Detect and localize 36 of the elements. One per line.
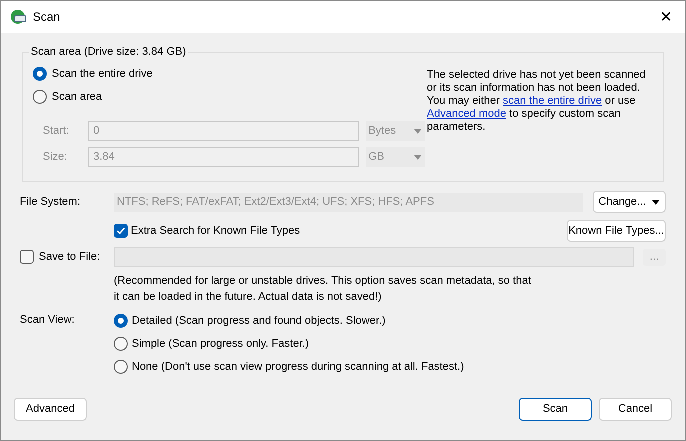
app-icon bbox=[10, 9, 27, 25]
field-label: Size: bbox=[43, 150, 68, 165]
save-file-field[interactable] bbox=[114, 247, 634, 267]
radio-label: None (Don't use scan view progress during scanning at all. Fastest.) bbox=[132, 360, 464, 375]
field-label: Scan View: bbox=[20, 313, 76, 328]
scan-button[interactable]: Scan bbox=[519, 398, 592, 421]
checkbox[interactable] bbox=[114, 224, 128, 238]
radio-button[interactable] bbox=[33, 67, 47, 81]
radio-label: Scan area bbox=[52, 90, 102, 105]
checkbox[interactable] bbox=[20, 250, 34, 264]
radio-button[interactable] bbox=[114, 314, 128, 328]
info-text: The selected drive has not yet been scanned or its scan information has not been loaded. You may either scan the entire drive or use Advanced mode to specify custom scan parameters. bbox=[427, 69, 647, 135]
radio-button[interactable] bbox=[114, 337, 128, 351]
radio-label: Simple (Scan progress only. Faster.) bbox=[132, 336, 310, 352]
link[interactable]: scan the entire drive bbox=[503, 95, 602, 107]
note-text: (Recommended for large or unstable drives. This option saves scan metadata, so that it can be loaded in the future. Actual data is not saved!) bbox=[114, 274, 532, 305]
file-system-field: NTFS; ReFS; FAT/exFAT; Ext2/Ext3/Ext4; UFS; XFS; HFS; APFS bbox=[114, 192, 583, 212]
caret-icon bbox=[652, 200, 660, 204]
caret-icon bbox=[414, 154, 422, 160]
checkbox-label: Extra Search for Known File Types bbox=[131, 224, 300, 239]
link[interactable]: Advanced mode bbox=[427, 108, 506, 120]
radio-button[interactable] bbox=[33, 90, 47, 104]
checkbox-label: Save to File: bbox=[39, 250, 100, 265]
group-legend: Scan area (Drive size: 3.84 GB) bbox=[29, 44, 188, 60]
window-title: Scan bbox=[33, 9, 60, 26]
change-button[interactable]: Change... bbox=[593, 191, 666, 213]
known-file-types-button[interactable]: Known File Types... bbox=[567, 220, 666, 242]
cancel-button[interactable]: Cancel bbox=[599, 398, 672, 421]
close-button[interactable]: ✕ bbox=[660, 10, 673, 24]
radio-label: Scan the entire drive bbox=[52, 66, 153, 82]
radio-button[interactable] bbox=[114, 360, 128, 374]
field-label: File System: bbox=[20, 194, 82, 210]
caret-icon bbox=[414, 128, 422, 134]
radio-label: Detailed (Scan progress and found objects. Slower.) bbox=[132, 314, 386, 329]
advanced-button[interactable]: Advanced bbox=[14, 398, 87, 421]
field-label: Start: bbox=[43, 124, 70, 139]
